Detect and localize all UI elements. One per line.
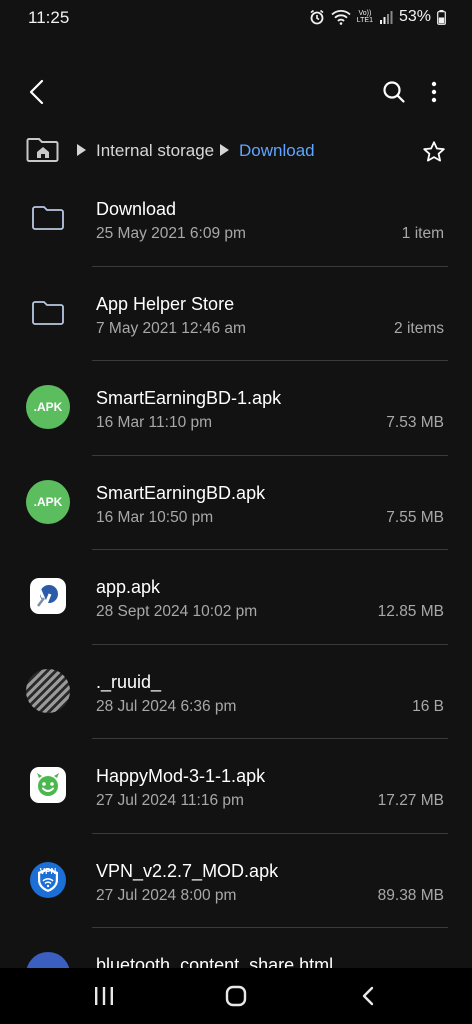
star-icon [423,141,445,162]
folder-icon [26,291,70,335]
file-size: 12.85 MB [377,603,444,620]
app-icon [26,574,70,618]
file-name: SmartEarningBD.apk [96,482,266,503]
home-button[interactable] [212,980,260,1012]
apk-icon: .APK [26,385,70,429]
file-name: ._ruuid_ [96,671,162,692]
apk-icon: .APK [26,479,70,524]
list-item[interactable]: app.apk 28 Sept 2024 10:02 pm 12.85 MB [0,550,472,645]
file-name: Download [96,199,177,219]
folder-icon [26,196,70,240]
happymod-icon [26,763,70,807]
more-vert-icon [431,81,437,103]
back-arrow-icon [29,79,44,105]
breadcrumb-download[interactable]: Download [239,141,315,161]
status-icons: Vo)) LTE1 53% [309,8,446,26]
list-item[interactable]: VPN VPN_v2.2.7_MOD.apk 27 Jul 2024 8:00 … [0,834,472,928]
breadcrumb-arrow-icon [77,144,86,156]
file-size: 7.55 MB [386,508,444,526]
file-date: 16 Mar 10:50 pm [96,508,214,526]
list-item[interactable]: Download 25 May 2021 6:09 pm 1 item [0,172,472,267]
search-button[interactable] [374,74,414,110]
file-size: 1 item [401,225,444,242]
apk-badge: .APK [26,385,70,429]
search-icon [383,81,405,103]
recent-apps-icon [95,987,113,1005]
unknown-file-icon [26,668,70,713]
apk-badge: .APK [26,479,70,524]
more-options-button[interactable] [418,74,450,110]
file-date: 25 May 2021 6:09 pm [96,225,246,242]
status-time: 11:25 [28,8,70,27]
file-date: 16 Mar 11:10 pm [96,414,213,431]
navigation-bar [0,968,472,1024]
file-list: Download 25 May 2021 6:09 pm 1 item App … [0,172,472,968]
app-bar [0,66,472,118]
file-date: 7 May 2021 12:46 am [96,319,246,337]
file-date: 27 Jul 2024 8:00 pm [96,886,237,904]
battery-icon [437,9,446,25]
breadcrumb-arrow-icon [220,144,229,156]
alarm-icon [309,9,325,25]
vpn-icon: VPN [26,858,70,902]
wifi-icon [331,9,351,25]
nav-back-button[interactable] [344,980,392,1012]
file-size: 2 items [394,319,444,337]
home-folder-icon [26,138,59,162]
file-name: bluetooth_content_share.html [96,955,334,968]
list-item[interactable]: ._ruuid_ 28 Jul 2024 6:36 pm 16 B [0,645,472,739]
list-item[interactable]: .APK SmartEarningBD-1.apk 16 Mar 11:10 p… [0,361,472,456]
file-date: 28 Jul 2024 6:36 pm [96,697,237,715]
breadcrumb: Internal storage Download [0,130,472,172]
vpn-badge-text: VPN [39,866,57,876]
file-size: 17.27 MB [377,792,444,809]
nav-back-icon [362,986,374,1006]
volte-label: Vo)) LTE1 [356,10,373,24]
list-item[interactable]: App Helper Store 7 May 2021 12:46 am 2 i… [0,267,472,361]
file-name: App Helper Store [96,293,235,314]
file-size: 16 B [412,697,444,715]
list-item[interactable]: .APK SmartEarningBD.apk 16 Mar 10:50 pm … [0,456,472,550]
favorite-button[interactable] [418,136,450,168]
file-name: SmartEarningBD-1.apk [96,388,282,408]
home-folder-button[interactable] [26,134,62,168]
list-item[interactable]: HappyMod-3-1-1.apk 27 Jul 2024 11:16 pm … [0,739,472,834]
html-file-icon [26,952,70,968]
file-date: 27 Jul 2024 11:16 pm [96,792,244,809]
battery-percent: 53% [398,8,431,25]
file-size: 7.53 MB [386,414,444,431]
recent-apps-button[interactable] [80,980,128,1012]
file-name: HappyMod-3-1-1.apk [96,766,266,786]
home-icon [225,985,247,1007]
signal-icon [379,10,393,24]
file-name: app.apk [96,577,161,597]
back-button[interactable] [20,74,56,110]
breadcrumb-internal-storage[interactable]: Internal storage [96,141,214,161]
file-size: 89.38 MB [377,886,444,904]
file-date: 28 Sept 2024 10:02 pm [96,603,258,620]
list-item[interactable]: bluetooth_content_share.html [0,928,472,968]
status-bar: 11:25 Vo)) LTE1 53% [0,0,472,36]
file-name: VPN_v2.2.7_MOD.apk [96,860,279,881]
